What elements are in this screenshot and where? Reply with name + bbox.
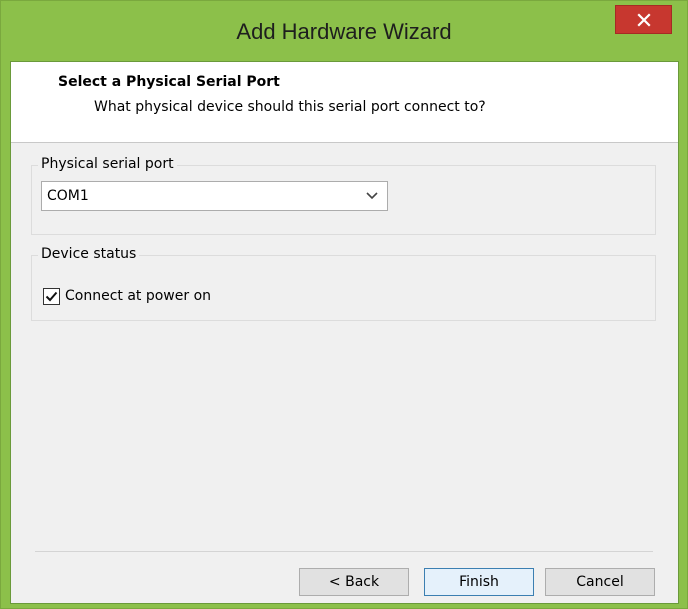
checkmark-icon: [45, 291, 58, 301]
wizard-content: Select a Physical Serial Port What physi…: [10, 61, 679, 604]
close-button[interactable]: [615, 5, 672, 34]
back-button[interactable]: < Back: [299, 568, 409, 596]
connect-at-power-on-label: Connect at power on: [65, 288, 212, 304]
serial-port-selected-value: COM1: [47, 188, 89, 204]
device-status-legend: Device status: [38, 246, 140, 262]
window-title: Add Hardware Wizard: [236, 19, 452, 44]
close-icon: [636, 12, 651, 27]
footer-divider: [35, 551, 653, 552]
chevron-down-icon: [366, 192, 378, 200]
connect-at-power-on-option[interactable]: Connect at power on: [43, 286, 211, 306]
physical-serial-port-legend: Physical serial port: [38, 156, 177, 172]
finish-button[interactable]: Finish: [424, 568, 534, 596]
wizard-header: Select a Physical Serial Port What physi…: [11, 62, 678, 143]
title-bar[interactable]: Add Hardware Wizard: [1, 1, 687, 61]
header-subtitle: What physical device should this serial …: [94, 99, 486, 115]
header-title: Select a Physical Serial Port: [58, 74, 280, 90]
cancel-button[interactable]: Cancel: [545, 568, 655, 596]
serial-port-dropdown[interactable]: COM1: [41, 181, 388, 211]
add-hardware-wizard-window: Add Hardware Wizard Select a Physical Se…: [0, 0, 688, 609]
connect-at-power-on-checkbox[interactable]: [43, 287, 60, 305]
